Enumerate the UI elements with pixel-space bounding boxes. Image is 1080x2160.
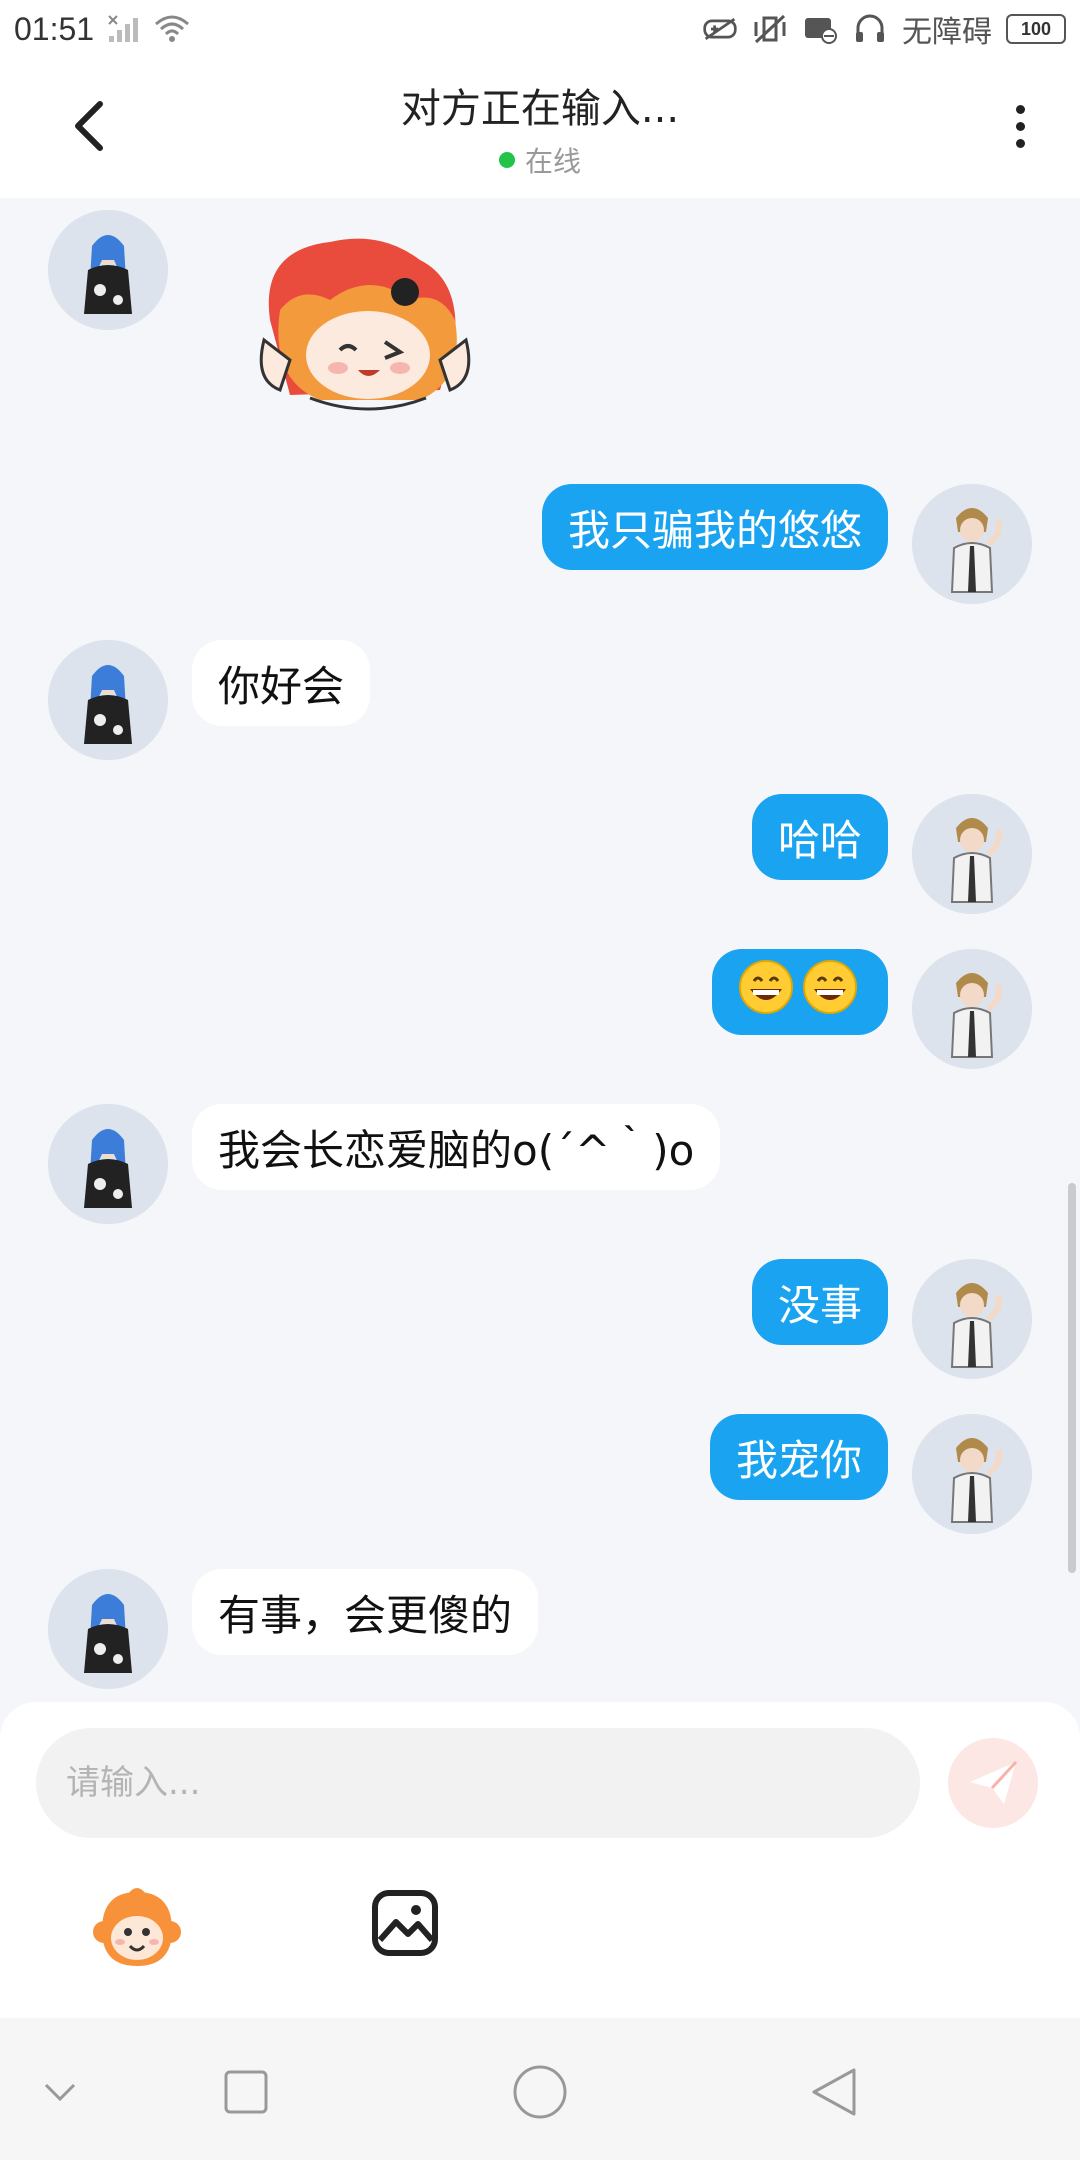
online-status: 在线 bbox=[0, 140, 1080, 180]
user-avatar[interactable] bbox=[912, 794, 1032, 914]
circle-icon bbox=[513, 2065, 567, 2119]
contact-avatar[interactable] bbox=[48, 1104, 168, 1224]
system-nav-bar bbox=[0, 2018, 1080, 2160]
user-avatar[interactable] bbox=[912, 484, 1032, 604]
chat-scrollbar[interactable] bbox=[1068, 1183, 1076, 1573]
message-input-panel bbox=[0, 1702, 1080, 2018]
status-time: 01:51 bbox=[14, 10, 95, 47]
triangle-back-icon bbox=[812, 2068, 856, 2116]
no-sim-signal-icon bbox=[106, 11, 142, 47]
send-button[interactable] bbox=[948, 1738, 1038, 1828]
online-dot-icon bbox=[498, 152, 515, 168]
nav-recents-button[interactable] bbox=[216, 2062, 276, 2122]
square-icon bbox=[224, 2070, 268, 2114]
more-dot-icon bbox=[1015, 121, 1025, 131]
headphones-icon bbox=[852, 11, 888, 47]
outgoing-message-bubble[interactable]: 没事 bbox=[751, 1259, 888, 1345]
incoming-message-bubble[interactable]: 你好会 bbox=[192, 640, 371, 726]
monkey-emoji-icon bbox=[93, 1888, 181, 1966]
message-blocked-icon bbox=[802, 11, 838, 47]
orange-haired-chibi-sticker-icon bbox=[259, 238, 471, 411]
contact-avatar[interactable] bbox=[48, 1569, 168, 1689]
mute-vibrate-icon bbox=[752, 11, 788, 47]
status-right: 无障碍 100 bbox=[702, 7, 1066, 51]
send-icon bbox=[970, 1760, 1018, 1804]
sticker-message[interactable] bbox=[250, 230, 480, 420]
user-avatar[interactable] bbox=[912, 949, 1032, 1069]
status-left: 01:51 bbox=[14, 11, 190, 48]
chat-header: 对方正在输入... 在线 bbox=[0, 58, 1080, 198]
image-button[interactable] bbox=[370, 1888, 440, 1958]
incoming-message-bubble[interactable]: 有事，会更傻的 bbox=[192, 1569, 539, 1655]
page-title: 对方正在输入... bbox=[400, 86, 680, 132]
battery-indicator: 100 bbox=[1006, 14, 1066, 44]
chevron-down-icon bbox=[44, 2083, 76, 2102]
image-icon bbox=[372, 1890, 438, 1956]
contact-avatar[interactable] bbox=[48, 640, 168, 760]
outgoing-message-bubble[interactable]: 我只骗我的悠悠 bbox=[541, 484, 888, 570]
title-wrap: 对方正在输入... 在线 bbox=[0, 76, 1080, 180]
more-dot-icon bbox=[1015, 104, 1025, 114]
nav-home-button[interactable] bbox=[510, 2062, 570, 2122]
more-dot-icon bbox=[1015, 138, 1025, 148]
user-avatar[interactable] bbox=[912, 1259, 1032, 1379]
status-bar: 01:51 无障碍 100 bbox=[0, 0, 1080, 58]
nav-back-button[interactable] bbox=[804, 2062, 864, 2122]
user-avatar[interactable] bbox=[912, 1414, 1032, 1534]
incoming-message-bubble[interactable]: 我会长恋爱脑的o(´^｀)o bbox=[192, 1104, 721, 1190]
message-input[interactable] bbox=[36, 1728, 920, 1838]
nav-collapse-button[interactable] bbox=[30, 2062, 90, 2122]
more-options-button[interactable] bbox=[1000, 96, 1040, 156]
emoji-button[interactable] bbox=[92, 1884, 182, 1974]
chat-message-list[interactable]: 我只骗我的悠悠 你好会 哈哈 我会长恋爱脑的o(´^｀)o 没事 我宠你 有事，… bbox=[0, 198, 1080, 1698]
outgoing-message-bubble[interactable] bbox=[712, 949, 888, 1035]
online-status-text: 在线 bbox=[524, 145, 581, 178]
contact-avatar[interactable] bbox=[48, 210, 168, 330]
accessibility-label: 无障碍 bbox=[902, 15, 992, 50]
wifi-icon bbox=[154, 11, 190, 47]
grinning-face-emoji-icon bbox=[738, 959, 862, 1025]
game-mode-icon bbox=[702, 11, 738, 47]
outgoing-message-bubble[interactable]: 我宠你 bbox=[709, 1414, 888, 1500]
outgoing-message-bubble[interactable]: 哈哈 bbox=[751, 794, 888, 880]
